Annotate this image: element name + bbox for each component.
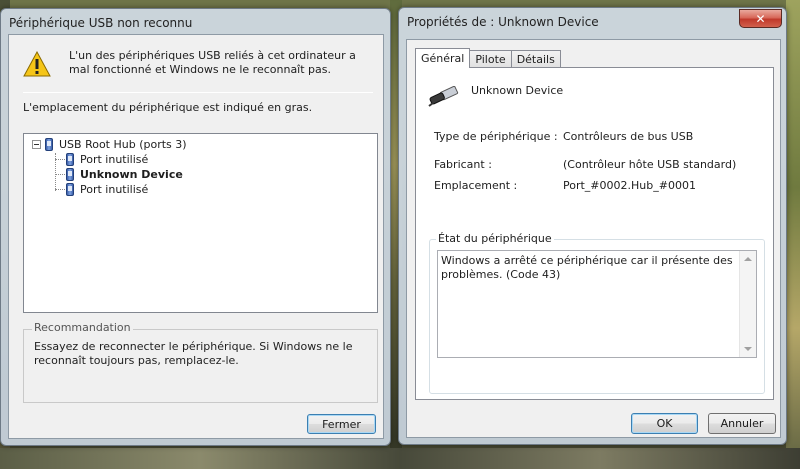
tree-item-root-hub[interactable]: USB Root Hub (ports 3) bbox=[32, 137, 187, 152]
recommendation-title: Recommandation bbox=[32, 321, 133, 334]
vertical-scrollbar[interactable] bbox=[739, 251, 756, 357]
window-close-button[interactable]: ✕ bbox=[739, 9, 782, 28]
usb-device-icon bbox=[66, 153, 74, 166]
recommendation-group: Recommandation Essayez de reconnecter le… bbox=[23, 321, 378, 403]
dialog-body: Général Pilote Détails Unknown Device Ty… bbox=[406, 39, 781, 438]
window-title: Périphérique USB non reconnu bbox=[9, 16, 193, 30]
manufacturer-label: Fabricant : bbox=[434, 158, 492, 171]
tab-strip: Général Pilote Détails bbox=[415, 48, 561, 68]
device-properties-window: Propriétés de : Unknown Device ✕ Général… bbox=[398, 7, 787, 445]
warning-message: L'un des périphériques USB reliés à cet … bbox=[69, 49, 356, 76]
tree-item-port[interactable]: Port inutilisé bbox=[66, 152, 148, 167]
tree-connector bbox=[55, 189, 65, 190]
tab-driver[interactable]: Pilote bbox=[469, 50, 512, 68]
separator bbox=[23, 92, 373, 93]
general-tab-panel: Unknown Device Type de périphérique : Co… bbox=[415, 67, 774, 400]
usb-device-icon bbox=[66, 168, 74, 181]
tree-item-label: Port inutilisé bbox=[80, 153, 149, 166]
tab-general[interactable]: Général bbox=[415, 48, 471, 68]
ok-button[interactable]: OK bbox=[631, 413, 698, 434]
tree-item-label: Port inutilisé bbox=[80, 183, 149, 196]
usb-plug-icon bbox=[428, 86, 459, 107]
scroll-up-icon[interactable] bbox=[744, 257, 752, 261]
device-status-group: État du périphérique Windows a arrêté ce… bbox=[429, 232, 765, 394]
tree-connector bbox=[55, 174, 65, 175]
manufacturer-value: (Contrôleur hôte USB standard) bbox=[563, 158, 737, 171]
device-status-textbox[interactable]: Windows a arrêté ce périphérique car il … bbox=[437, 250, 757, 358]
close-icon: ✕ bbox=[755, 11, 766, 26]
device-type-label: Type de périphérique : bbox=[434, 130, 558, 143]
device-status-text: Windows a arrêté ce périphérique car il … bbox=[441, 254, 733, 281]
location-hint: L'emplacement du périphérique est indiqu… bbox=[23, 101, 313, 114]
device-name: Unknown Device bbox=[471, 84, 564, 97]
location-value: Port_#0002.Hub_#0001 bbox=[563, 179, 696, 192]
usb-device-tree[interactable]: USB Root Hub (ports 3) Port inutilisé Un… bbox=[23, 133, 378, 313]
tree-connector bbox=[55, 159, 65, 160]
tree-item-label: Unknown Device bbox=[80, 168, 183, 181]
desktop-background bbox=[786, 0, 800, 469]
collapse-toggle-icon[interactable] bbox=[32, 140, 41, 149]
device-status-title: État du périphérique bbox=[436, 232, 554, 245]
warning-row: L'un des périphériques USB reliés à cet … bbox=[23, 47, 373, 83]
close-button[interactable]: Fermer bbox=[307, 414, 376, 434]
usb-hub-icon bbox=[45, 138, 53, 151]
device-type-value: Contrôleurs de bus USB bbox=[563, 130, 694, 143]
usb-device-icon bbox=[66, 183, 74, 196]
window-title: Propriétés de : Unknown Device bbox=[407, 15, 599, 29]
recommendation-text: Essayez de reconnecter le périphérique. … bbox=[34, 340, 353, 367]
cancel-button[interactable]: Annuler bbox=[708, 413, 776, 434]
location-label: Emplacement : bbox=[434, 179, 518, 192]
tree-item-unknown-device[interactable]: Unknown Device bbox=[66, 167, 183, 182]
dialog-body: L'un des périphériques USB reliés à cet … bbox=[8, 34, 384, 439]
tree-item-port[interactable]: Port inutilisé bbox=[66, 182, 148, 197]
warning-icon bbox=[23, 51, 51, 77]
tree-item-label: USB Root Hub (ports 3) bbox=[59, 138, 187, 151]
scroll-down-icon[interactable] bbox=[744, 347, 752, 351]
usb-not-recognized-window: Périphérique USB non reconnu L'un des pé… bbox=[0, 8, 391, 446]
desktop-background bbox=[0, 448, 800, 469]
tab-details[interactable]: Détails bbox=[510, 50, 561, 68]
